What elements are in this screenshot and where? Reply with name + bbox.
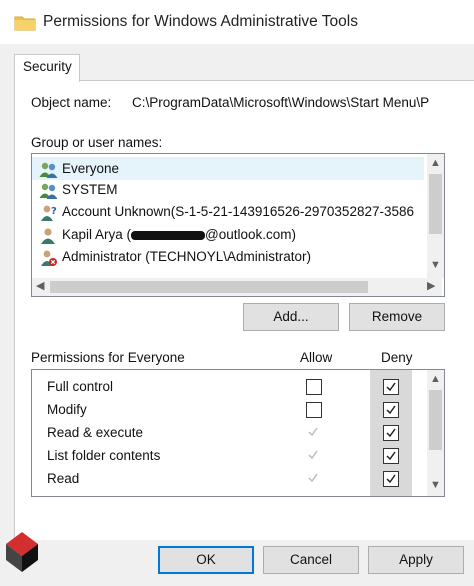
allow-column-header: Allow [300, 350, 333, 365]
permission-name: Full control [47, 379, 114, 394]
checkmark-icon [308, 450, 318, 460]
permissions-vertical-scrollbar[interactable]: ▲ ▼ [427, 370, 444, 496]
allow-checkbox[interactable] [306, 402, 322, 418]
scroll-thumb[interactable] [50, 281, 368, 293]
checkmark-icon [308, 473, 318, 483]
scroll-thumb[interactable] [429, 174, 442, 234]
deny-column-header: Deny [381, 350, 413, 365]
checkmark-icon [386, 428, 396, 438]
permission-name: Read & execute [47, 425, 144, 440]
ok-button[interactable]: OK [158, 546, 254, 574]
remove-button[interactable]: Remove [349, 303, 445, 331]
allow-checkbox-disabled[interactable] [306, 425, 320, 439]
deny-checkbox[interactable] [383, 379, 399, 395]
permission-name: Read [47, 471, 80, 486]
list-item[interactable]: Kapil Arya ( @outlook.com) [32, 224, 424, 246]
list-item[interactable]: ? Account Unknown(S-1-5-21-143916526-297… [32, 201, 424, 223]
scroll-left-icon[interactable]: ◀ [36, 281, 44, 292]
checkmark-icon [386, 405, 396, 415]
group-list-vertical-scrollbar[interactable]: ▲ ▼ [427, 154, 444, 278]
unknown-user-icon: ? [41, 205, 57, 221]
tab-security-label: Security [23, 59, 72, 74]
permission-name: Modify [47, 402, 87, 417]
user-group-icon [39, 183, 58, 199]
permission-row: Full control [32, 376, 424, 399]
checkmark-icon [386, 382, 396, 392]
permissions-label: Permissions for Everyone [31, 350, 185, 365]
apply-button[interactable]: Apply [368, 546, 464, 574]
checkmark-icon [308, 427, 318, 437]
permission-row: List folder contents [32, 445, 424, 468]
list-item-label: Kapil Arya ( @outlook.com) [62, 227, 296, 242]
list-item[interactable]: Administrator (TECHNOYL\Administrator) [32, 246, 424, 268]
tab-security[interactable]: Security [14, 54, 80, 82]
list-item[interactable]: SYSTEM [32, 179, 424, 201]
scroll-up-icon[interactable]: ▲ [430, 158, 441, 169]
checkmark-icon [386, 451, 396, 461]
group-user-list[interactable]: Everyone SYSTEM ? Account Unknown(S-1-5-… [31, 153, 445, 297]
group-list-horizontal-scrollbar[interactable]: ◀ ▶ [32, 278, 442, 296]
allow-checkbox-disabled[interactable] [306, 448, 320, 462]
user-name-prefix: Kapil Arya ( [62, 227, 132, 242]
window-title: Permissions for Windows Administrative T… [43, 13, 358, 30]
scroll-up-icon[interactable]: ▲ [430, 374, 441, 385]
deny-checkbox[interactable] [383, 471, 399, 487]
permission-row: Read [32, 468, 424, 491]
admin-user-icon [41, 250, 57, 266]
list-item-label: SYSTEM [62, 182, 118, 197]
add-button[interactable]: Add... [243, 303, 339, 331]
list-item-label: Administrator (TECHNOYL\Administrator) [62, 249, 312, 264]
permission-row: Modify [32, 399, 424, 422]
list-item[interactable]: Everyone [32, 157, 424, 180]
scroll-down-icon[interactable]: ▼ [430, 260, 441, 271]
scroll-down-icon[interactable]: ▼ [430, 480, 441, 491]
svg-text:?: ? [51, 206, 57, 217]
list-item-label: Account Unknown(S-1-5-21-143916526-29703… [62, 204, 415, 219]
title-bar[interactable]: Permissions for Windows Administrative T… [0, 0, 474, 44]
cancel-button[interactable]: Cancel [263, 546, 359, 574]
user-icon [41, 228, 55, 244]
permissions-list[interactable]: Full control Modify Read & execute List … [31, 369, 445, 497]
logo-icon [6, 532, 38, 572]
deny-checkbox[interactable] [383, 425, 399, 441]
allow-checkbox-disabled[interactable] [306, 471, 320, 485]
deny-checkbox[interactable] [383, 402, 399, 418]
user-group-icon [39, 162, 58, 178]
folder-icon [14, 16, 36, 31]
deny-checkbox[interactable] [383, 448, 399, 464]
object-name-value: C:\ProgramData\Microsoft\Windows\Start M… [132, 95, 430, 110]
scroll-right-icon[interactable]: ▶ [427, 281, 435, 292]
list-item-label: Everyone [62, 161, 120, 176]
allow-checkbox[interactable] [306, 379, 322, 395]
checkmark-icon [386, 474, 396, 484]
permission-row: Read & execute [32, 422, 424, 445]
object-name-label: Object name: [31, 95, 112, 110]
permission-name: List folder contents [47, 448, 161, 463]
group-list-label: Group or user names: [31, 135, 163, 150]
email-domain: @outlook.com) [205, 227, 297, 242]
redacted-email [131, 230, 206, 240]
scroll-thumb[interactable] [429, 390, 442, 450]
